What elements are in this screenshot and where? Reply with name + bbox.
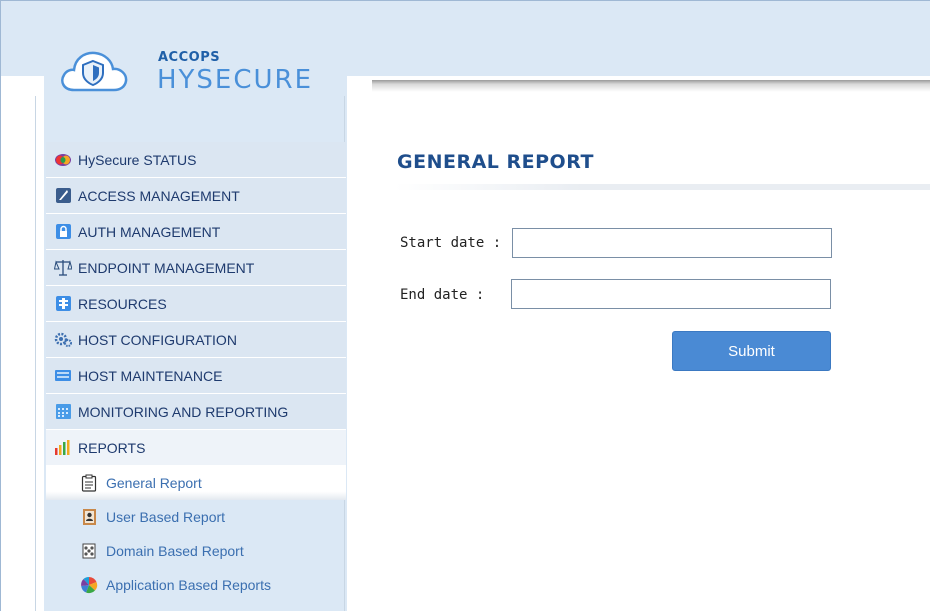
sub-item-label: General Report	[106, 475, 202, 491]
sub-item-application-based-reports[interactable]: Application Based Reports	[46, 568, 346, 602]
status-orb-icon	[54, 151, 72, 169]
nav-item-label: HOST CONFIGURATION	[78, 331, 237, 348]
nav-item-label: MONITORING AND REPORTING	[78, 403, 289, 420]
nav-item-label: HOST MAINTENANCE	[78, 367, 223, 384]
logo: ACCOPS HYSECURE	[58, 46, 338, 106]
nav-item-auth-management[interactable]: AUTH MANAGEMENT	[46, 214, 346, 250]
reports-submenu: General Report User Based Report Domain …	[46, 466, 346, 602]
sub-item-label: Application Based Reports	[106, 577, 271, 593]
nav-item-endpoint-management[interactable]: ENDPOINT MANAGEMENT	[46, 250, 346, 286]
access-shield-icon	[54, 187, 72, 205]
nav-item-host-maintenance[interactable]: HOST MAINTENANCE	[46, 358, 346, 394]
nav-item-label: HySecure STATUS	[78, 151, 197, 168]
logo-product: HYSECURE	[157, 65, 314, 95]
end-date-label: End date :	[400, 287, 485, 303]
nav-item-label: RESOURCES	[78, 295, 167, 312]
page-title: GENERAL REPORT	[397, 151, 594, 173]
sub-item-user-based-report[interactable]: User Based Report	[46, 500, 346, 534]
start-date-label: Start date :	[400, 235, 502, 251]
pie-icon	[80, 576, 98, 594]
title-underline	[395, 184, 930, 190]
padlock-icon	[54, 223, 72, 241]
sub-item-general-report[interactable]: General Report	[46, 466, 346, 500]
nav-item-reports[interactable]: REPORTS	[46, 430, 346, 466]
domain-icon	[80, 542, 98, 560]
bar-chart-icon	[54, 439, 72, 457]
gears-icon	[54, 331, 72, 349]
sidebar-nav: HySecure STATUS ACCESS MANAGEMENT AUTH M…	[46, 142, 346, 602]
sub-item-label: User Based Report	[106, 509, 226, 525]
nav-item-label: REPORTS	[78, 439, 146, 456]
resources-icon	[54, 295, 72, 313]
calendar-grid-icon	[54, 403, 72, 421]
nav-item-label: ACCESS MANAGEMENT	[78, 187, 240, 204]
nav-item-label: AUTH MANAGEMENT	[78, 223, 221, 240]
start-date-input[interactable]	[512, 228, 832, 258]
nav-item-hysecure-status[interactable]: HySecure STATUS	[46, 142, 346, 178]
cloud-shield-icon	[61, 51, 128, 92]
nav-item-access-management[interactable]: ACCESS MANAGEMENT	[46, 178, 346, 214]
sub-item-label: Domain Based Report	[106, 543, 244, 559]
clipboard-icon	[80, 474, 98, 492]
nav-item-label: ENDPOINT MANAGEMENT	[78, 259, 255, 276]
logo-brand: ACCOPS	[158, 50, 221, 65]
submit-button[interactable]: Submit	[672, 331, 831, 371]
maintenance-icon	[54, 367, 72, 385]
sub-item-domain-based-report[interactable]: Domain Based Report	[46, 534, 346, 568]
nav-item-monitoring-and-reporting[interactable]: MONITORING AND REPORTING	[46, 394, 346, 430]
scales-icon	[54, 259, 72, 277]
end-date-input[interactable]	[511, 279, 831, 309]
nav-item-resources[interactable]: RESOURCES	[46, 286, 346, 322]
frame-border	[0, 0, 1, 611]
content-top-shadow	[372, 80, 930, 92]
user-book-icon	[80, 508, 98, 526]
nav-item-host-configuration[interactable]: HOST CONFIGURATION	[46, 322, 346, 358]
